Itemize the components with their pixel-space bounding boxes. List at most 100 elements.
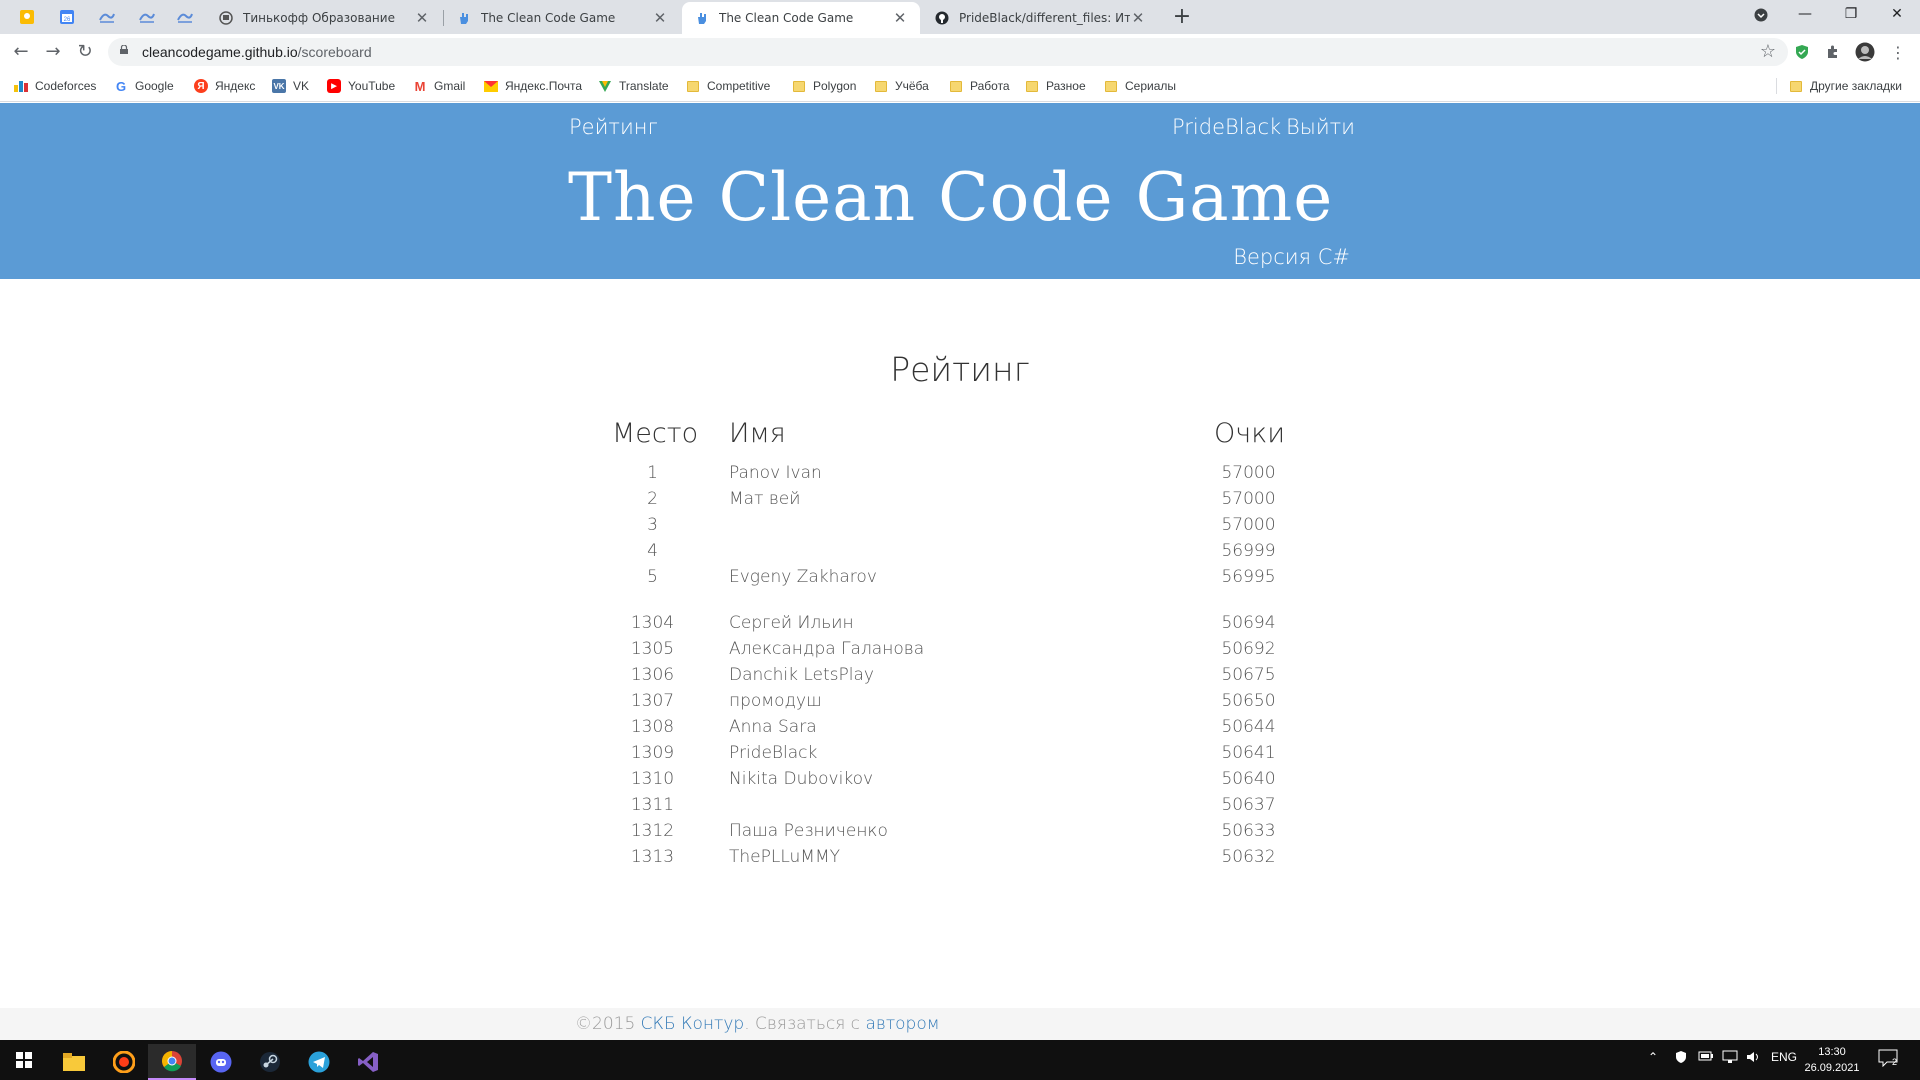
bookmark-vk[interactable]: VK VK <box>272 78 309 94</box>
table-row: 1311 50637 <box>0 795 1920 821</box>
taskbar-file-explorer[interactable] <box>50 1044 98 1080</box>
bookmark-folder-competitive[interactable]: Competitive <box>686 78 770 94</box>
row-place: 1306 <box>630 665 675 685</box>
pinned-tab-calendar[interactable]: 26 <box>54 5 80 29</box>
gmail-icon: M <box>414 78 426 94</box>
notification-count: 2 <box>1892 1057 1897 1067</box>
nav-rating-link[interactable]: Рейтинг <box>569 115 658 139</box>
logout-link[interactable]: Выйти <box>1286 115 1355 139</box>
yandex-browser-icon <box>113 1051 135 1073</box>
company-link[interactable]: СКБ Контур <box>641 1014 745 1034</box>
bookmark-codeforces[interactable]: Codeforces <box>14 78 96 94</box>
taskbar-steam[interactable] <box>246 1044 294 1080</box>
bookmark-label: Gmail <box>434 79 466 93</box>
row-name: Сергей Ильин <box>729 613 854 633</box>
bookmark-label: VK <box>293 79 310 93</box>
row-score: 50633 <box>1221 821 1276 841</box>
calendar-icon: 26 <box>60 10 74 24</box>
bookmark-folder-series[interactable]: Сериалы <box>1104 78 1176 94</box>
tab-clean-code-game-active[interactable]: The Clean Code Game ✕ <box>682 2 920 34</box>
tray-shield-icon[interactable] <box>1674 1050 1688 1067</box>
pinned-tab-3[interactable] <box>172 5 198 29</box>
tab-tinkoff[interactable]: Тинькофф Образование ✕ <box>206 2 442 34</box>
site-title[interactable]: The Clean Code Game <box>568 159 1333 236</box>
bookmark-label: Яндекс <box>215 79 256 93</box>
bookmark-google[interactable]: G Google <box>114 78 174 94</box>
bookmark-label: Translate <box>619 79 669 93</box>
bookmark-folder-work[interactable]: Работа <box>949 78 1010 94</box>
bookmark-yandex[interactable]: Я Яндекс <box>194 78 255 94</box>
reload-button[interactable]: ↻ <box>73 40 97 64</box>
table-row: 1313 ThePLLuMMY 50632 <box>0 847 1920 873</box>
youtube-icon: ▶ <box>327 79 341 93</box>
row-score: 50650 <box>1221 691 1276 711</box>
page-title: Рейтинг <box>890 350 1030 389</box>
folder-icon <box>792 79 806 93</box>
volume-icon[interactable] <box>1746 1050 1762 1067</box>
tab-github[interactable]: PrideBlack/different_files: Итогов ✕ <box>922 2 1158 34</box>
bookmark-folder-study[interactable]: Учёба <box>874 78 929 94</box>
network-icon[interactable] <box>1722 1050 1738 1067</box>
close-icon[interactable]: ✕ <box>892 9 908 27</box>
author-link[interactable]: автором <box>865 1014 939 1034</box>
bookmark-label: Учёба <box>895 79 929 93</box>
url-host: cleancodegame.github.io <box>142 44 298 60</box>
bookmark-gmail[interactable]: M Gmail <box>413 78 466 94</box>
notifications-button[interactable]: 2 <box>1878 1049 1898 1070</box>
version-label: Версия C# <box>1233 245 1350 269</box>
back-button[interactable]: ← <box>9 40 33 64</box>
extensions-puzzle-icon[interactable] <box>1823 42 1843 62</box>
close-icon[interactable]: ✕ <box>414 9 430 27</box>
restore-button[interactable]: ❐ <box>1828 0 1874 30</box>
taskbar-visual-studio[interactable] <box>344 1044 392 1080</box>
tab-clean-code-game-1[interactable]: The Clean Code Game ✕ <box>444 2 680 34</box>
minimize-button[interactable]: — <box>1782 0 1828 30</box>
table-row: 4 56999 <box>0 541 1920 567</box>
user-profile-link[interactable]: PrideBlack <box>1172 115 1281 139</box>
bookmark-other[interactable]: Другие закладки <box>1789 78 1902 94</box>
pinned-tab-1[interactable] <box>94 5 120 29</box>
table-row: 1312 Паша Резниченко 50633 <box>0 821 1920 847</box>
notification-icon: 2 <box>1878 1049 1898 1068</box>
bookmark-youtube[interactable]: ▶ YouTube <box>327 78 395 94</box>
row-place: 1313 <box>630 847 675 867</box>
bookmark-label: Codeforces <box>35 79 97 93</box>
row-score: 57000 <box>1221 463 1276 483</box>
pinned-tab-keep[interactable] <box>14 5 40 29</box>
bookmark-star-icon[interactable]: ☆ <box>1760 41 1776 62</box>
row-place: 1311 <box>630 795 675 815</box>
chevron-down-icon <box>1754 8 1768 22</box>
pinned-tab-2[interactable] <box>134 5 160 29</box>
table-row: 3 57000 <box>0 515 1920 541</box>
close-icon[interactable]: ✕ <box>652 9 668 27</box>
browser-tab-strip: 26 Тинькофф Образование ✕ The Clean Code… <box>0 0 1920 34</box>
profile-avatar[interactable] <box>1855 42 1875 62</box>
start-button[interactable] <box>0 1040 48 1080</box>
new-tab-button[interactable]: + <box>1170 6 1194 30</box>
forward-button[interactable]: → <box>41 40 65 64</box>
tab-search-button[interactable] <box>1738 0 1784 30</box>
svg-text:26: 26 <box>64 17 71 23</box>
taskbar-telegram[interactable] <box>295 1044 343 1080</box>
bookmarks-divider <box>1776 78 1777 94</box>
shield-extension-icon[interactable] <box>1792 42 1812 62</box>
taskbar-yandex-browser[interactable] <box>100 1044 148 1080</box>
battery-icon[interactable] <box>1698 1050 1714 1065</box>
menu-kebab-icon[interactable]: ⋮ <box>1888 42 1908 62</box>
close-window-button[interactable]: ✕ <box>1874 0 1920 30</box>
table-row: 5 Evgeny Zakharov 56995 <box>0 567 1920 593</box>
bookmark-folder-polygon[interactable]: Polygon <box>792 78 856 94</box>
bookmark-folder-misc[interactable]: Разное <box>1025 78 1086 94</box>
taskbar-discord[interactable] <box>197 1044 245 1080</box>
clock[interactable]: 13:30 26.09.2021 <box>1800 1044 1864 1076</box>
tray-expand-icon[interactable]: ⌃ <box>1648 1050 1658 1064</box>
taskbar-chrome[interactable] <box>148 1044 196 1080</box>
bookmark-translate[interactable]: Translate <box>598 78 669 94</box>
address-bar[interactable]: cleancodegame.github.io/scoreboard ☆ <box>108 38 1788 66</box>
vk-icon: VK <box>272 79 286 93</box>
bookmark-label: Другие закладки <box>1810 79 1902 93</box>
close-icon[interactable]: ✕ <box>1130 9 1146 27</box>
bookmark-label: Яндекс.Почта <box>505 79 583 93</box>
bookmark-yandex-mail[interactable]: Яндекс.Почта <box>484 78 582 94</box>
language-indicator[interactable]: ENG <box>1771 1050 1797 1064</box>
